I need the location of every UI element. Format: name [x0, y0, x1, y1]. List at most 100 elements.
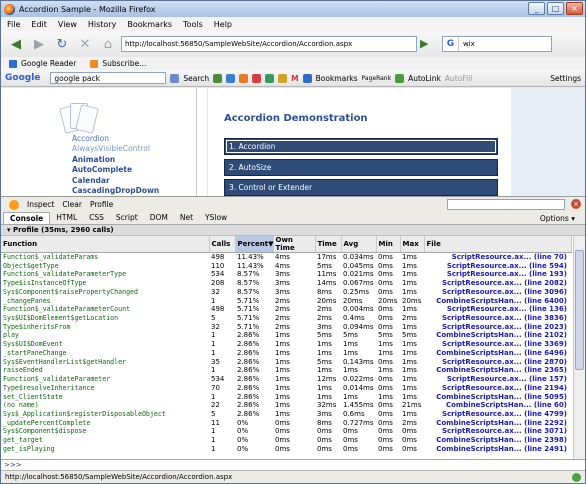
search-icon[interactable] [170, 73, 180, 83]
cell-file[interactable]: ScriptResource.ax... (line 2023) [424, 323, 571, 332]
accordion-pane-3[interactable]: 3. Control or Extender [224, 179, 498, 196]
pack-icon[interactable] [278, 73, 288, 83]
cell-file[interactable]: ScriptResource.ax... (line 3071) [424, 427, 571, 436]
blogger-icon[interactable] [239, 73, 249, 83]
maximize-button[interactable]: □ [547, 2, 564, 15]
table-row[interactable]: play 1 2.86% 1ms 5ms 5ms 5ms 5ms CombineScriptsH… [1, 331, 571, 340]
news-icon[interactable] [213, 73, 223, 83]
settings-button[interactable]: Settings [550, 74, 581, 83]
table-row[interactable]: set_ClientState 1 2.86% 1ms 1ms 1ms 1ms 1ms Comb… [1, 393, 571, 402]
cell-function[interactable]: Type$resolveInheritance [1, 384, 209, 393]
cell-function[interactable]: Type$inheritsFrom [1, 323, 209, 332]
cell-function[interactable]: raiseEnded [1, 366, 209, 375]
table-row[interactable]: Type$isInstanceOfType 208 8.57% 3ms 14ms 0.06… [1, 279, 571, 288]
bookmark-subscribe[interactable]: Subscribe... [102, 59, 146, 68]
col-file[interactable]: File [424, 236, 572, 253]
cell-function[interactable]: Sys$Component$dispose [1, 427, 209, 436]
menu-edit[interactable]: Edit [31, 20, 47, 29]
sample-link-alwaysvisiblecontrol[interactable]: AlwaysVisibleControl [72, 144, 159, 154]
cell-function[interactable]: Function$_validateParams [1, 253, 209, 262]
tab-script[interactable]: Script [110, 212, 144, 224]
gmail-icon[interactable]: M [291, 74, 298, 83]
cell-function[interactable]: set_ClientState [1, 393, 209, 402]
firebug-icon[interactable] [9, 199, 19, 210]
cell-function[interactable]: get_target [1, 436, 209, 445]
autofill-button[interactable]: AutoFill [445, 74, 472, 83]
reload-button[interactable]: ↻ [52, 35, 72, 53]
table-row[interactable]: Type$inheritsFrom 32 5.71% 2ms 3ms 0.094ms 0ms… [1, 323, 571, 332]
options-menu[interactable]: Options ▾ [540, 214, 575, 223]
cell-file[interactable]: ScriptResource.ax... (line 594) [424, 262, 571, 271]
cell-file[interactable]: ScriptResource.ax... (line 2870) [424, 358, 571, 367]
table-row[interactable]: Sys$_Application$registerDisposableObjec… [1, 410, 571, 419]
sample-link-accordion[interactable]: Accordion [72, 134, 159, 144]
col-calls[interactable]: Calls [209, 236, 236, 253]
cell-file[interactable]: CombineScriptsHan... (line 2102) [424, 331, 571, 340]
cell-file[interactable]: ScriptResource.ax... (line 2194) [424, 384, 571, 393]
table-row[interactable]: Object$getType 110 11.43% 4ms 5ms 0.045ms 0ms 1… [1, 262, 571, 271]
search-box[interactable]: G wix [442, 36, 552, 52]
table-row[interactable]: Function$_validateParameterCount 498 5.71%… [1, 305, 571, 314]
table-row[interactable]: Function$_validateParameter 534 2.86% 1ms 12… [1, 375, 571, 384]
cell-file[interactable]: CombineScriptsHan... (line 60) [424, 401, 571, 410]
cell-function[interactable]: Sys$UI$DomEvent [1, 340, 209, 349]
table-row[interactable]: Function$_validateParams 498 11.43% 4ms 17ms… [1, 253, 571, 262]
console-scrollbar[interactable] [573, 236, 585, 459]
cell-function[interactable]: Sys$Component$raisePropertyChanged [1, 288, 209, 297]
cell-file[interactable]: CombineScriptsHan... (line 6400) [424, 297, 571, 306]
cell-function[interactable]: Function$_validateParameter [1, 375, 209, 384]
cell-file[interactable]: CombineScriptsHan... (line 2365) [424, 366, 571, 375]
cell-file[interactable]: ScriptResource.ax... (line 157) [424, 375, 571, 384]
address-bar[interactable]: http://localhost:56850/SampleWebSite/Acc… [1, 36, 417, 127]
cell-file[interactable]: CombineScriptsHan... (line 6496) [424, 349, 571, 358]
accordion-pane-2[interactable]: 2. AutoSize [224, 159, 498, 176]
cell-function[interactable]: Function$_validateParameterType [1, 270, 209, 279]
forward-button[interactable]: ▶ [29, 35, 49, 53]
sample-link-calendar[interactable]: Calendar [72, 176, 159, 186]
bookmark-star-icon[interactable] [302, 73, 312, 83]
tab-html[interactable]: HTML [50, 212, 83, 224]
col-max[interactable]: Max [400, 236, 425, 253]
cell-function[interactable]: _updatePercentComplete [1, 419, 209, 428]
firebug-close-icon[interactable]: × [571, 199, 581, 209]
translate-icon[interactable] [265, 73, 275, 83]
col-own-time[interactable]: Own Time [273, 236, 316, 253]
col-function[interactable]: Function [1, 236, 210, 253]
google-bookmarks-button[interactable]: Bookmarks [316, 74, 358, 83]
go-icon[interactable]: ▶ [420, 38, 432, 50]
cell-function[interactable]: Sys$_Application$registerDisposableObjec… [1, 410, 209, 419]
menu-file[interactable]: File [7, 20, 20, 29]
google-logo[interactable]: Google [5, 73, 40, 83]
cell-function[interactable]: _changePanes [1, 297, 209, 306]
table-row[interactable]: get_isPlaying 1 0% 0ms 0ms 0ms 0ms 0ms CombineSc… [1, 445, 571, 454]
table-row[interactable]: Type$resolveInheritance 70 2.86% 1ms 1ms 0.01… [1, 384, 571, 393]
command-line[interactable]: >>> [1, 459, 585, 470]
tab-console[interactable]: Console [3, 212, 51, 224]
menu-view[interactable]: View [58, 20, 77, 29]
cell-function[interactable]: Sys$EventHandlerList$getHandler [1, 358, 209, 367]
col-avg[interactable]: Avg [341, 236, 377, 253]
tab-net[interactable]: Net [174, 212, 199, 224]
profile-header[interactable]: ▾ Profile (35ms, 2960 calls) [1, 225, 585, 236]
table-row[interactable]: get_target 1 0% 0ms 0ms 0ms 0ms 0ms CombineScrip… [1, 436, 571, 445]
table-row[interactable]: Function$_validateParameterType 534 8.57% 3… [1, 270, 571, 279]
close-button[interactable]: × [566, 2, 583, 15]
cell-file[interactable]: ScriptResource.ax... (line 193) [424, 270, 571, 279]
col-min[interactable]: Min [376, 236, 401, 253]
cell-file[interactable]: ScriptResource.ax... (line 3096) [424, 288, 571, 297]
bookmark-google-reader[interactable]: Google Reader [21, 59, 76, 68]
globe-icon[interactable] [226, 73, 236, 83]
firebug-status-icon[interactable] [572, 473, 581, 482]
cell-file[interactable]: ScriptResource.ax... (line 70) [424, 253, 571, 262]
inspect-button[interactable]: Inspect [27, 200, 54, 209]
table-row[interactable]: raiseEnded 1 2.86% 1ms 1ms 1ms 1ms 1ms CombineSc… [1, 366, 571, 375]
cell-function[interactable]: get_isPlaying [1, 445, 209, 454]
cell-function[interactable]: Type$isInstanceOfType [1, 279, 209, 288]
tab-yslow[interactable]: YSlow [199, 212, 233, 224]
firebug-search-input[interactable] [447, 199, 565, 210]
sample-link-animation[interactable]: Animation [72, 155, 159, 165]
minimize-button[interactable]: _ [528, 2, 545, 15]
table-row[interactable]: _updatePercentComplete 11 0% 0ms 8ms 0.727ms 0… [1, 419, 571, 428]
back-button[interactable]: ◀ [6, 35, 26, 53]
cell-function[interactable]: play [1, 331, 209, 340]
